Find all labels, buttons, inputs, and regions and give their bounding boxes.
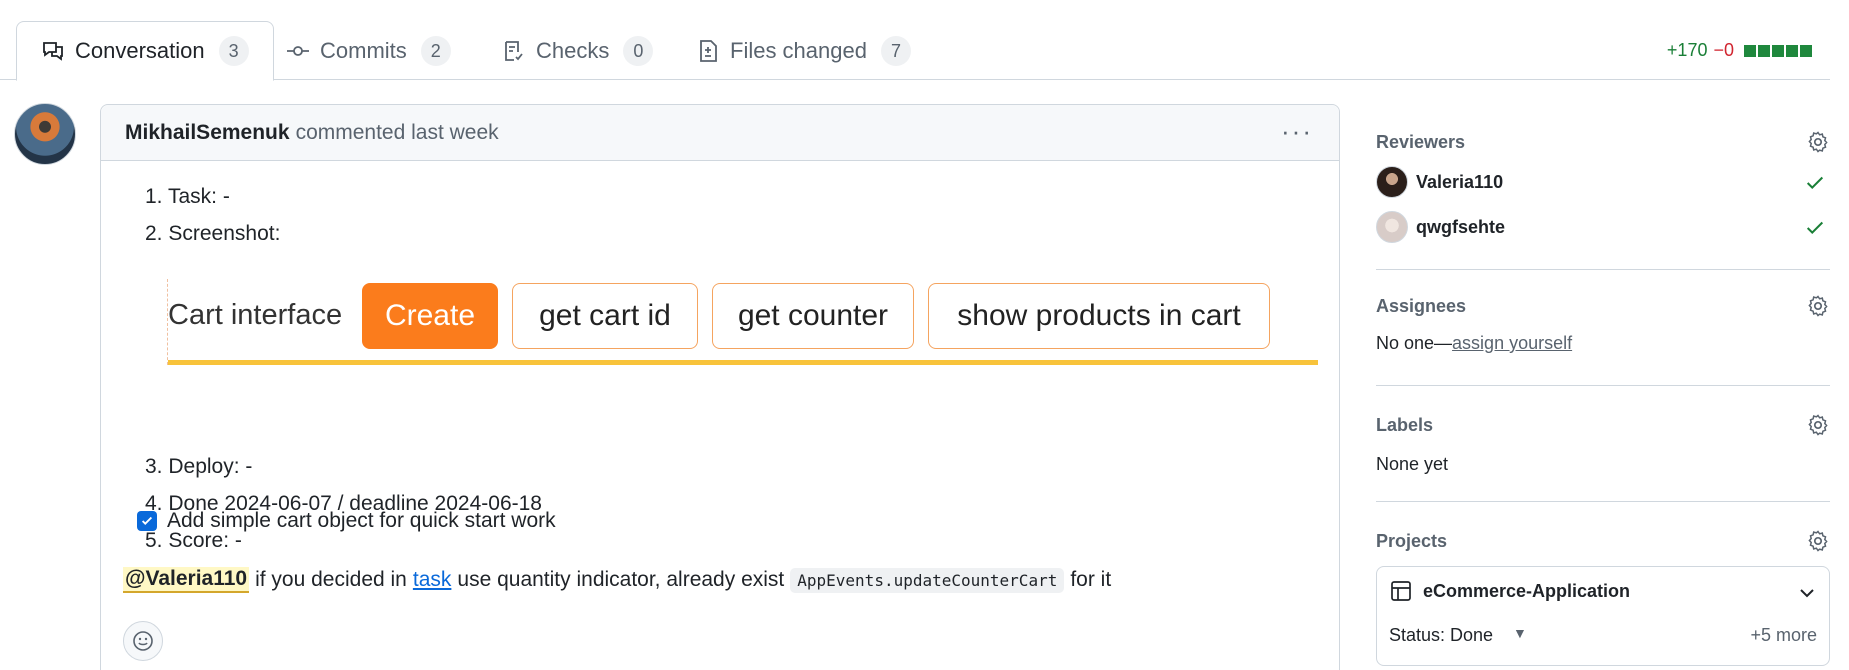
reviewer-item[interactable]: qwgfsehte xyxy=(1376,211,1505,243)
paragraph-text: for it xyxy=(1070,568,1112,591)
diffstat-blocks xyxy=(1744,44,1812,57)
list-item: 2. Screenshot: xyxy=(145,222,281,245)
project-name[interactable]: eCommerce-Application xyxy=(1423,581,1630,602)
tab-label: Checks xyxy=(536,38,610,63)
screenshot-get-cart-id-button: get cart id xyxy=(512,283,698,349)
tab-checks[interactable]: Checks 0 xyxy=(480,22,675,80)
assign-yourself-link[interactable]: assign yourself xyxy=(1452,333,1572,353)
list-item: 1. Task: - xyxy=(145,185,230,208)
tab-count: 7 xyxy=(880,36,911,66)
caret-down-icon[interactable]: ▼ xyxy=(1513,625,1527,641)
author-avatar[interactable] xyxy=(14,103,76,165)
gear-icon[interactable] xyxy=(1806,130,1830,154)
tab-files-changed[interactable]: Files changed 7 xyxy=(674,22,933,80)
assignees-none: No one— xyxy=(1376,333,1453,353)
avatar xyxy=(1376,166,1408,198)
paragraph-text: if you decided in xyxy=(255,568,407,591)
reviewer-name: Valeria110 xyxy=(1416,171,1504,192)
tab-label: Commits xyxy=(320,38,407,63)
project-more-fields[interactable]: +5 more xyxy=(1750,625,1817,646)
comment-header: MikhailSemenuk commented last week ··· xyxy=(101,105,1339,161)
task-label: Add simple cart object for quick start w… xyxy=(167,509,556,532)
paragraph-text: use quantity indicator, already exist xyxy=(457,568,785,591)
screenshot-show-products-button: show products in cart xyxy=(928,283,1270,349)
labels-title[interactable]: Labels xyxy=(1376,415,1433,436)
git-commit-icon xyxy=(287,46,309,56)
gear-icon[interactable] xyxy=(1806,529,1830,553)
diffstat[interactable]: +170 −0 xyxy=(1667,40,1812,61)
projects-title[interactable]: Projects xyxy=(1376,531,1447,552)
table-icon xyxy=(1391,581,1411,601)
avatar xyxy=(1376,211,1408,243)
labels-value: None yet xyxy=(1376,454,1449,474)
project-status[interactable]: Status: Done xyxy=(1389,625,1493,646)
checklist-icon xyxy=(505,41,523,61)
list-item: 3. Deploy: - xyxy=(145,455,253,478)
task-checkbox[interactable] xyxy=(137,511,157,531)
kebab-menu-icon[interactable]: ··· xyxy=(1281,118,1313,144)
inline-code: AppEvents.updateCounterCart xyxy=(790,567,1065,593)
tab-count: 0 xyxy=(623,36,654,66)
user-mention[interactable]: @Valeria110 xyxy=(123,567,250,593)
tab-count: 2 xyxy=(420,36,451,66)
reviewer-item[interactable]: Valeria110 xyxy=(1376,166,1503,198)
reviewers-title[interactable]: Reviewers xyxy=(1376,132,1465,153)
check-icon xyxy=(141,516,153,525)
project-card[interactable]: eCommerce-Application Status: Done ▼ +5 … xyxy=(1376,566,1830,666)
smiley-icon xyxy=(133,631,153,651)
tab-conversation[interactable]: Conversation 3 xyxy=(16,21,274,81)
chevron-down-icon[interactable] xyxy=(1797,583,1817,603)
gear-icon[interactable] xyxy=(1806,294,1830,318)
diff-additions: +170 xyxy=(1666,40,1708,60)
screenshot-cart-label: Cart interface xyxy=(168,299,343,331)
gear-icon[interactable] xyxy=(1806,413,1830,437)
assignees-title[interactable]: Assignees xyxy=(1376,296,1466,317)
tab-commits[interactable]: Commits 2 xyxy=(264,22,473,80)
diff-deletions: −0 xyxy=(1713,40,1734,60)
task-list-item: Add simple cart object for quick start w… xyxy=(137,509,556,533)
comment-author[interactable]: MikhailSemenuk xyxy=(125,121,290,145)
reviewer-name: qwgfsehte xyxy=(1416,216,1506,237)
labels-section: Labels None yet xyxy=(1376,386,1830,502)
task-link[interactable]: task xyxy=(413,568,452,592)
screenshot-create-button: Create xyxy=(362,283,498,349)
pr-description-comment: MikhailSemenuk commented last week ··· 1… xyxy=(100,104,1340,670)
add-reaction-button[interactable] xyxy=(123,621,163,661)
assignees-value: No one—assign yourself xyxy=(1376,333,1572,354)
comment-paragraph: @Valeria110 if you decided in task use q… xyxy=(123,567,1111,593)
check-icon xyxy=(1806,221,1824,235)
check-icon xyxy=(1806,176,1824,190)
pr-tab-bar: Conversation 3 Commits 2 Checks 0 Files … xyxy=(0,0,1830,81)
screenshot-get-counter-button: get counter xyxy=(712,283,914,349)
embedded-screenshot[interactable]: Cart interface Create get cart id get co… xyxy=(167,279,1318,365)
reviewers-section: Reviewers Valeria110 qwgfsehte xyxy=(1376,104,1830,270)
tab-label: Conversation xyxy=(75,38,205,63)
assignees-section: Assignees No one—assign yourself xyxy=(1376,270,1830,386)
screenshot-underline-bar xyxy=(168,360,1318,365)
projects-section: Projects eCommerce-Application Status: D… xyxy=(1376,502,1830,670)
comment-discussion-icon xyxy=(43,42,63,61)
tab-count: 3 xyxy=(218,36,249,66)
comment-timestamp[interactable]: commented last week xyxy=(296,121,499,145)
tab-label: Files changed xyxy=(730,38,867,63)
file-diff-icon xyxy=(700,40,717,62)
